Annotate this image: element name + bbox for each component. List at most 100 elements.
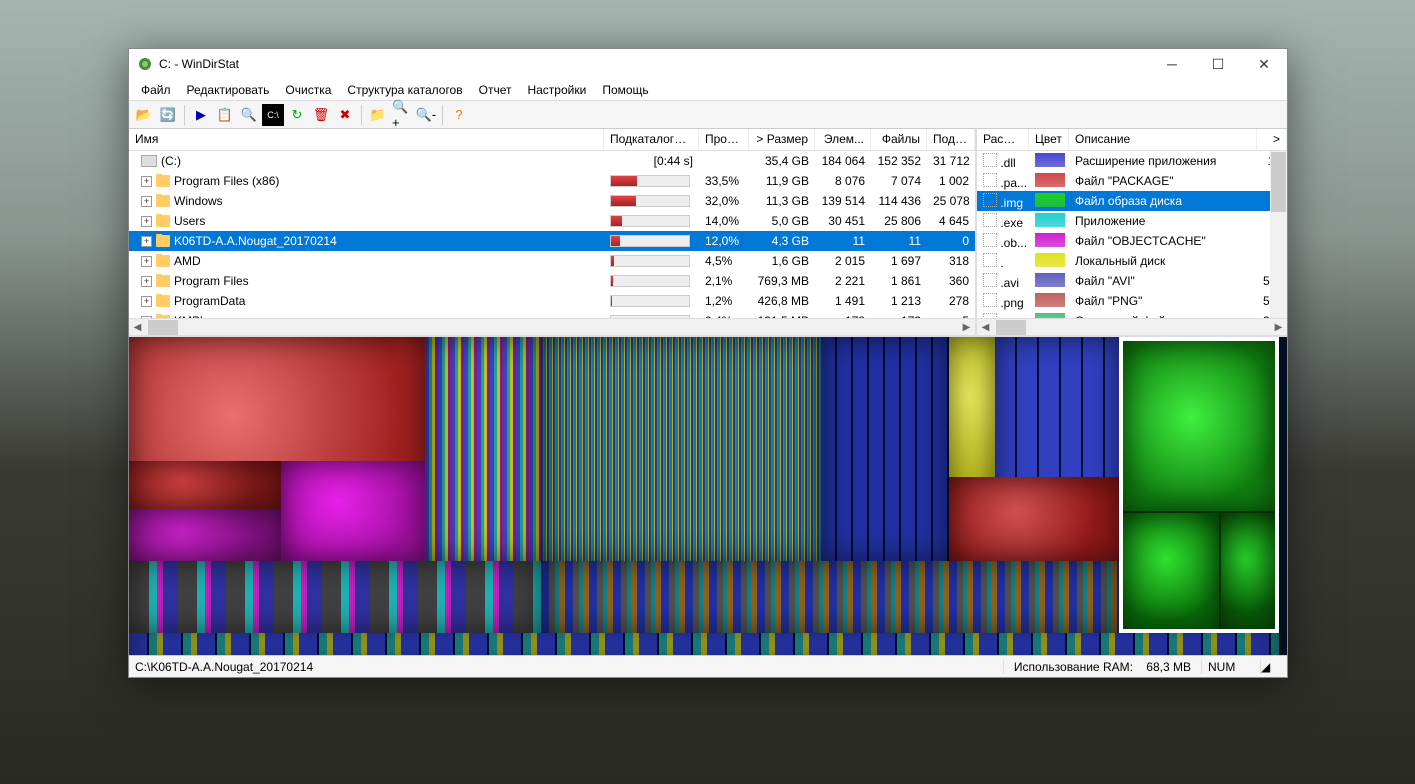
items-cell: 11: [815, 234, 871, 248]
tree-row[interactable]: +Users14,0%5,0 GB30 45125 8064 645: [129, 211, 975, 231]
maximize-button[interactable]: ☐: [1195, 49, 1241, 79]
horizontal-scrollbar[interactable]: ◀ ▶: [977, 318, 1287, 335]
color-swatch: [1035, 153, 1065, 167]
col-files[interactable]: Файлы: [871, 129, 927, 150]
refresh-icon[interactable]: ↻: [286, 104, 308, 126]
expander-icon[interactable]: +: [141, 256, 152, 267]
menu-cleanup[interactable]: Очистка: [277, 81, 339, 99]
color-cell: [1029, 313, 1069, 319]
scroll-right-icon[interactable]: ▶: [1270, 319, 1287, 336]
console-icon[interactable]: C:\: [262, 104, 284, 126]
col-subd[interactable]: Подка...: [927, 129, 975, 150]
copy-icon[interactable]: 📋: [214, 104, 236, 126]
menu-help[interactable]: Помощь: [594, 81, 656, 99]
expander-icon[interactable]: +: [141, 236, 152, 247]
extension-row[interactable]: .exeПриложение1: [977, 211, 1287, 231]
pct-cell: 1,2%: [699, 294, 749, 308]
color-swatch: [1035, 293, 1065, 307]
subd-cell: 278: [927, 294, 975, 308]
explorer-icon[interactable]: 🔍: [238, 104, 260, 126]
col-extension[interactable]: Расши...: [977, 129, 1029, 150]
col-items[interactable]: Элем...: [815, 129, 871, 150]
menu-treemap[interactable]: Структура каталогов: [339, 81, 470, 99]
tree-row[interactable]: +KMPlayer0,4%131,5 MB1781735: [129, 311, 975, 318]
expander-icon[interactable]: +: [141, 196, 152, 207]
minimize-button[interactable]: ─: [1149, 49, 1195, 79]
scroll-left-icon[interactable]: ◀: [129, 319, 146, 336]
scroll-left-icon[interactable]: ◀: [977, 319, 994, 336]
desc-cell: Локальный диск: [1069, 254, 1257, 268]
col-subdir[interactable]: Подкаталоги, %: [604, 129, 699, 150]
scroll-thumb[interactable]: [148, 320, 178, 335]
scroll-thumb[interactable]: [1271, 152, 1286, 212]
horizontal-scrollbar[interactable]: ◀ ▶: [129, 318, 975, 335]
tree-row[interactable]: +AMD4,5%1,6 GB2 0151 697318: [129, 251, 975, 271]
row-label: ProgramData: [174, 294, 245, 308]
scroll-right-icon[interactable]: ▶: [958, 319, 975, 336]
menubar: Файл Редактировать Очистка Структура кат…: [129, 79, 1287, 101]
size-cell: 131,5 MB: [749, 314, 815, 318]
play-icon[interactable]: ▶: [190, 104, 212, 126]
menu-file[interactable]: Файл: [133, 81, 179, 99]
row-label: (C:): [161, 154, 181, 168]
folder-icon: [156, 215, 170, 227]
refresh-all-icon[interactable]: 🔄: [157, 104, 179, 126]
expander-icon[interactable]: +: [141, 216, 152, 227]
subd-cell: 360: [927, 274, 975, 288]
zoom-out-icon[interactable]: 🔍-: [415, 104, 437, 126]
expander-icon[interactable]: +: [141, 296, 152, 307]
tree-row[interactable]: +Windows32,0%11,3 GB139 514114 43625 078: [129, 191, 975, 211]
col-description[interactable]: Описание: [1069, 129, 1257, 150]
toolbar: 📂 🔄 ▶ 📋 🔍 C:\ ↻ 🗑 ✖ 📁 🔍+ 🔍- ?: [129, 101, 1287, 129]
close-button[interactable]: ✕: [1241, 49, 1287, 79]
cancel-icon[interactable]: ✖: [334, 104, 356, 126]
menu-options[interactable]: Настройки: [519, 81, 594, 99]
directory-tree-pane: Имя Подкаталоги, % Проц... > Размер Элем…: [129, 129, 977, 335]
subd-cell: 31 712: [927, 154, 975, 168]
extension-row[interactable]: .aviФайл "AVI"515,: [977, 271, 1287, 291]
extension-row[interactable]: .dllРасширение приложения10: [977, 151, 1287, 171]
extension-row[interactable]: .ob...Файл "OBJECTCACHE"1: [977, 231, 1287, 251]
color-swatch: [1035, 173, 1065, 187]
tree-row[interactable]: (C:)[0:44 s]35,4 GB184 064152 35231 712: [129, 151, 975, 171]
tree-body[interactable]: (C:)[0:44 s]35,4 GB184 064152 35231 712+…: [129, 151, 975, 318]
ext-body[interactable]: .dllРасширение приложения10 .pa...Файл "…: [977, 151, 1287, 318]
files-cell: 114 436: [871, 194, 927, 208]
treemap-visualization[interactable]: [129, 335, 1287, 655]
folder-icon: [156, 175, 170, 187]
status-numlock: NUM: [1201, 660, 1261, 674]
vertical-scrollbar[interactable]: [1270, 151, 1287, 318]
titlebar[interactable]: C: - WinDirStat ─ ☐ ✕: [129, 49, 1287, 79]
scroll-thumb[interactable]: [996, 320, 1026, 335]
tree-row[interactable]: +Program Files2,1%769,3 MB2 2211 861360: [129, 271, 975, 291]
pct-cell: 12,0%: [699, 234, 749, 248]
col-color[interactable]: Цвет: [1029, 129, 1069, 150]
menu-report[interactable]: Отчет: [471, 81, 520, 99]
tree-row[interactable]: +Program Files (x86)33,5%11,9 GB8 0767 0…: [129, 171, 975, 191]
col-pct[interactable]: Проц...: [699, 129, 749, 150]
delete-icon[interactable]: 🗑: [310, 104, 332, 126]
open-icon[interactable]: 📂: [133, 104, 155, 126]
tree-row[interactable]: +K06TD-A.A.Nougat_2017021412,0%4,3 GB111…: [129, 231, 975, 251]
extension-row[interactable]: .Локальный диск1: [977, 251, 1287, 271]
extension-row[interactable]: .pngФайл "PNG"509,: [977, 291, 1287, 311]
file-icon: [983, 313, 997, 319]
folder-icon[interactable]: 📁: [367, 104, 389, 126]
extension-row[interactable]: .imgФайл образа диска4: [977, 191, 1287, 211]
expander-icon[interactable]: +: [141, 176, 152, 187]
tree-row[interactable]: +ProgramData1,2%426,8 MB1 4911 213278: [129, 291, 975, 311]
col-size[interactable]: > Размер: [749, 129, 815, 150]
file-icon: [983, 293, 997, 307]
subd-cell: 1 002: [927, 174, 975, 188]
color-cell: [1029, 253, 1069, 270]
extension-row[interactable]: .pa...Файл "PACKAGE"8: [977, 171, 1287, 191]
menu-edit[interactable]: Редактировать: [179, 81, 278, 99]
col-value[interactable]: >: [1257, 129, 1287, 150]
help-icon[interactable]: ?: [448, 104, 470, 126]
zoom-in-icon[interactable]: 🔍+: [391, 104, 413, 126]
expander-icon[interactable]: +: [141, 276, 152, 287]
pct-cell: 4,5%: [699, 254, 749, 268]
col-name[interactable]: Имя: [129, 129, 604, 150]
resize-grip-icon[interactable]: ◢: [1261, 660, 1281, 674]
extension-row[interactable]: .sysСистемный файл396,: [977, 311, 1287, 318]
